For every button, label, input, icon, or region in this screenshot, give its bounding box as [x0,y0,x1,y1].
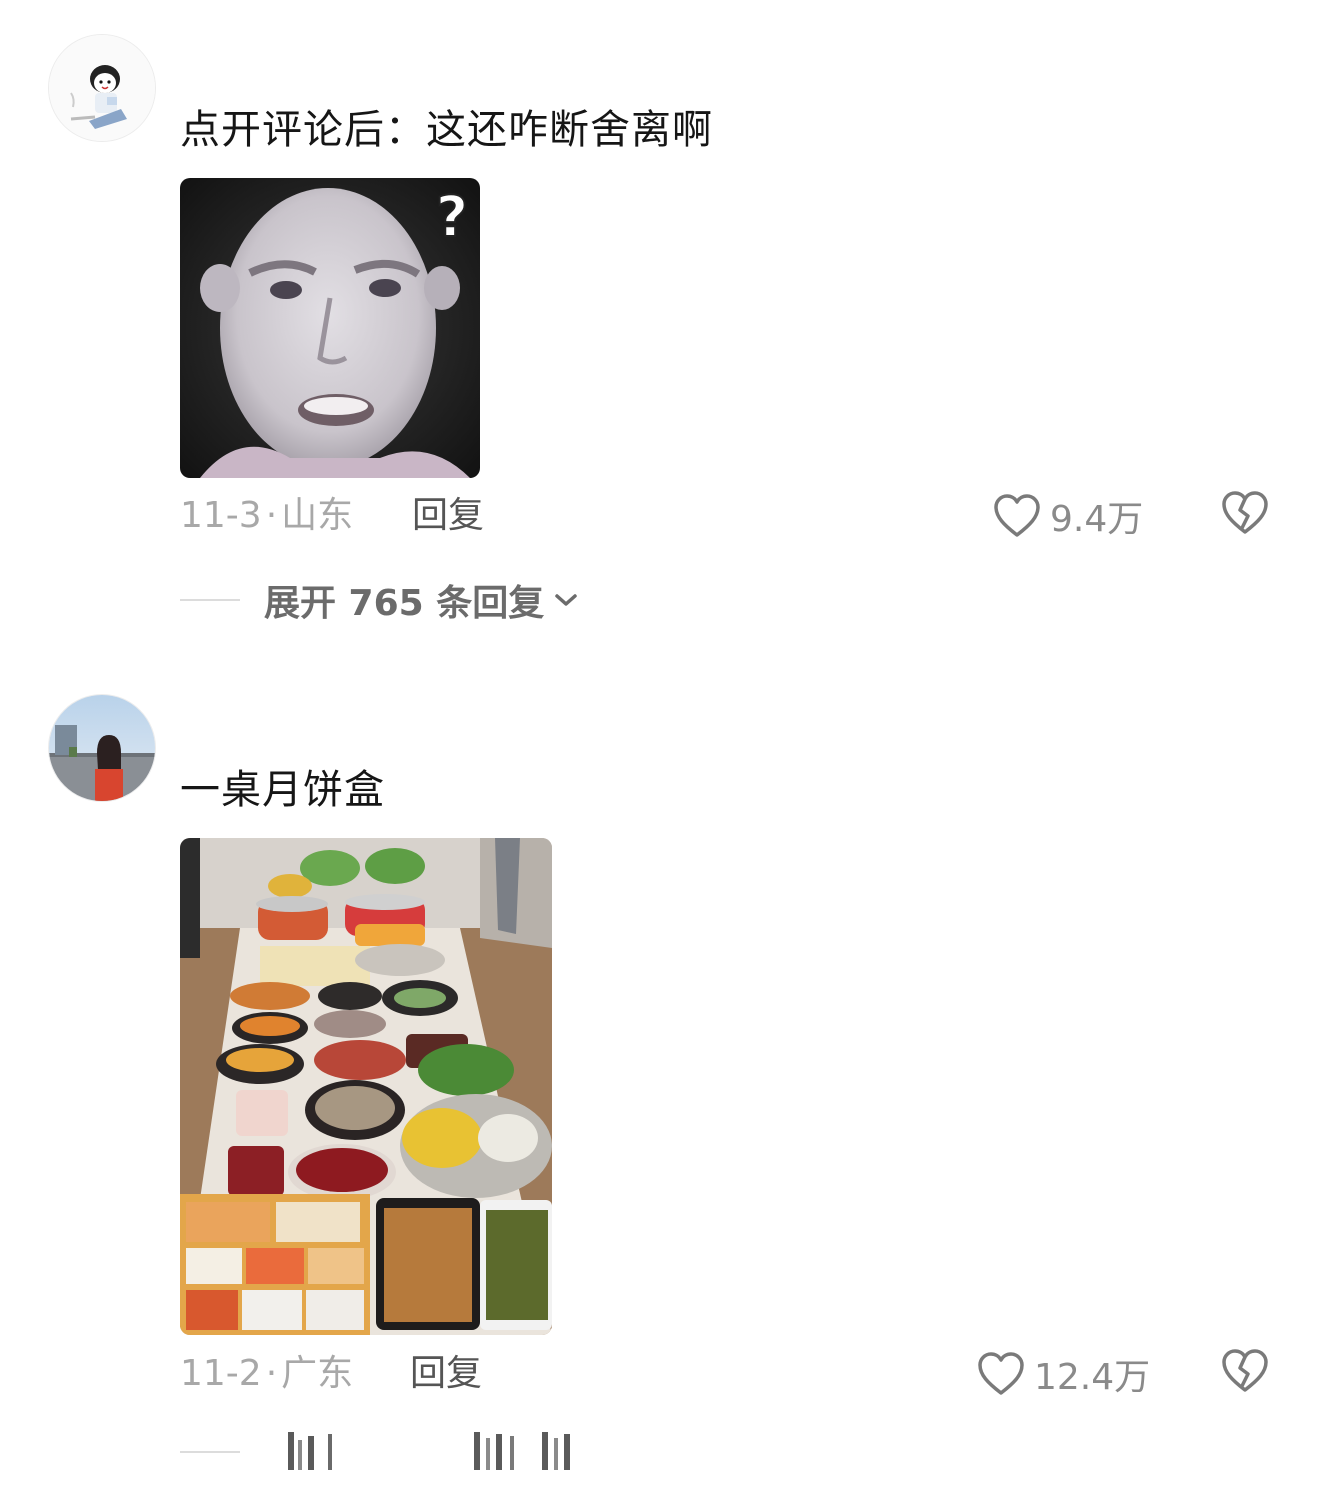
like-count: 12.4万 [1034,1357,1151,1398]
hotpot-table-photo [180,838,552,1335]
reply-button[interactable]: 回复 [412,494,484,538]
comment-meta: 11-3 · 山东 [180,494,353,538]
like-count: 9.4万 [1050,499,1144,540]
broken-heart-icon [1222,491,1268,534]
divider-line [180,599,240,601]
comment-image[interactable] [180,838,552,1335]
heart-outline-icon [994,494,1040,537]
broken-heart-icon [1222,1349,1268,1392]
avatar[interactable] [48,34,156,142]
dislike-button[interactable] [1220,1348,1270,1398]
comment-date: 11-2 [180,1353,262,1394]
meta-separator: · [265,495,278,536]
expand-replies-row-clipped[interactable] [180,1432,584,1472]
meme-face-image: ? [180,178,480,478]
comment-location: 广东 [281,1353,354,1394]
like-button[interactable]: 9.4万 [992,490,1143,542]
reply-button[interactable]: 回复 [410,1352,482,1396]
girl-seaside-avatar [49,695,155,801]
meta-separator: · [265,1353,278,1394]
clipped-text-fragment [288,1432,570,1470]
divider-line [180,1451,240,1453]
comment-location: 山东 [281,495,354,536]
expand-replies-button[interactable]: 展开 765 条回复 [180,574,580,626]
heart-outline-icon [978,1352,1024,1395]
comment-item: 点开评论后：这还咋断舍离啊 ? 11-3 · 山东 回复 9.4万 展开 765… [0,0,1320,640]
cartoon-girl-avatar [49,35,155,141]
chevron-down-icon [555,594,577,606]
comment-text: 点开评论后：这还咋断舍离啊 [180,107,713,153]
expand-replies-label: 展开 765 条回复 [264,583,545,624]
svg-text:?: ? [436,185,468,250]
avatar[interactable] [48,694,156,802]
comment-meta: 11-2 · 广东 [180,1352,353,1396]
comment-image[interactable]: ? [180,178,480,478]
comment-date: 11-3 [180,495,262,536]
comment-text: 一桌月饼盒 [180,767,385,813]
dislike-button[interactable] [1220,490,1270,540]
like-button[interactable]: 12.4万 [976,1348,1150,1400]
